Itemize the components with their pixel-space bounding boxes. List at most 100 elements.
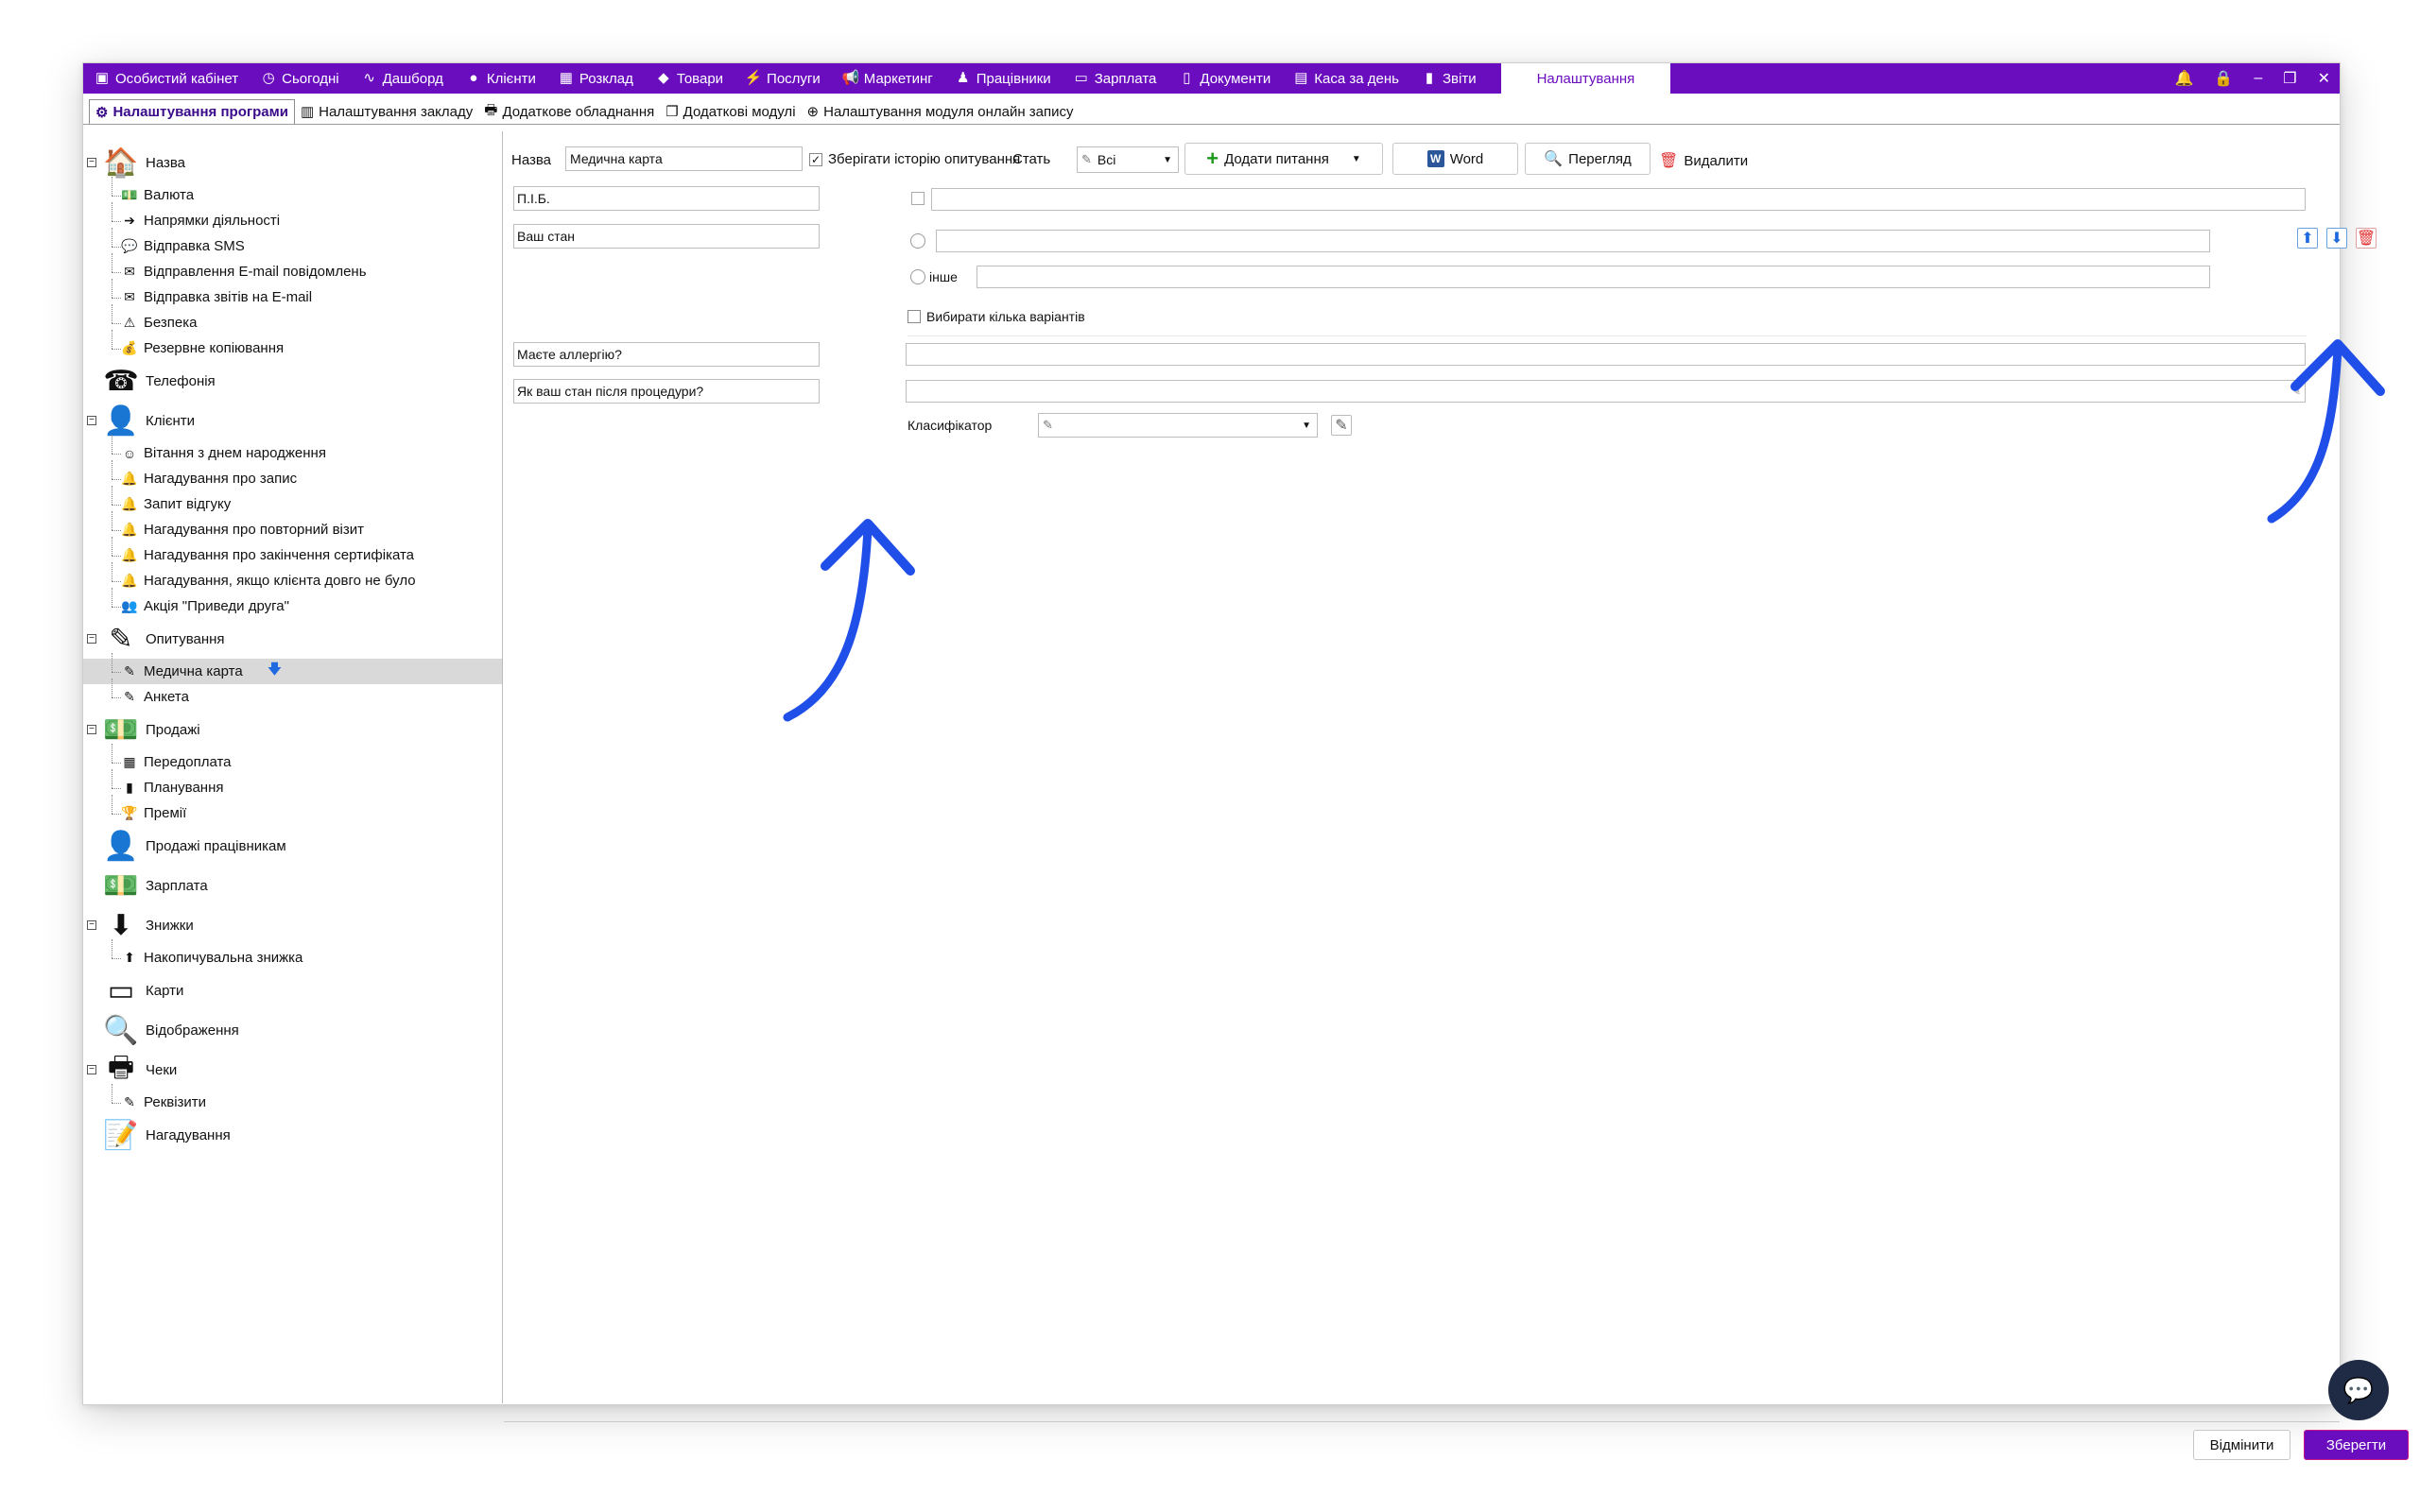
chat-icon[interactable]: 💬 [2328,1360,2389,1420]
tree-item[interactable]: ⬆ Накопичувальна знижка [121,945,302,971]
tree-item[interactable]: 💬 Відправка SMS [121,233,245,259]
nav-tab[interactable]: 📢 Маркетинг [832,63,944,94]
tree-item[interactable]: ▦ Передоплата [121,749,231,775]
save-history-checkbox[interactable]: ✓ Зберігати історію опитування [809,151,1020,167]
question-label-fullname[interactable]: П.І.Б. [513,186,820,211]
nav-tab[interactable]: ◷ Сьогодні [250,63,351,94]
nav-tab[interactable]: ▤ Каса за день [1282,63,1410,94]
tree-item[interactable]: 🔍 Відображення [102,1010,238,1050]
cancel-button[interactable]: Відмінити [2193,1430,2290,1460]
tree-item[interactable]: 🔔 Запит відгуку [121,491,231,517]
restore-icon[interactable]: ❐ [2283,69,2296,88]
move-down-button[interactable]: ⬇ [2326,228,2347,249]
tree-item[interactable]: 💵 Продажі [102,710,199,749]
nav-tab[interactable]: ◆ Товари [645,63,735,94]
nav-tab[interactable]: ♟ Працівники [944,63,1063,94]
fullname-required-checkbox[interactable] [911,192,925,205]
tree-item[interactable]: ☎ Телефонія [102,361,215,401]
tree-expander[interactable]: − [87,1065,96,1074]
minimize-icon[interactable]: – [2254,70,2262,87]
subtab[interactable]: ⊕ Налаштування модуля онлайн запису [802,99,1080,124]
tree-item[interactable]: 👤 Клієнти [102,401,195,440]
subtab[interactable]: ▥ Налаштування закладу [295,99,478,124]
tree-item[interactable]: 🔔 Нагадування про закінчення сертифіката [121,542,414,568]
tree-connector [112,696,121,698]
nav-tab[interactable]: ⚡ Послуги [735,63,832,94]
question-label-condition[interactable]: Ваш стан [513,224,820,249]
multi-select-checkbox[interactable]: Вибирати кілька варіантів [908,309,1085,324]
tree-item[interactable]: 🖶 Чеки [102,1050,177,1090]
tree-item[interactable]: ✎ Опитування [102,619,224,659]
nav-tab[interactable]: ▦ Розклад [547,63,645,94]
tree-item[interactable]: ✎ Медична карта 🡇 [83,659,502,684]
tree-item[interactable]: 💰 Резервне копіювання [121,335,284,361]
classifier-select[interactable]: ✎ ▼ [1038,413,1318,438]
condition-option-input[interactable] [936,230,2210,252]
tree-item[interactable]: 🏆 Премії [121,800,186,826]
gender-select[interactable]: ✎ Всі ▼ [1077,146,1179,173]
tree-item[interactable]: ⚠ Безпека [121,310,198,335]
nav-tab[interactable]: ▯ Документи [1167,63,1282,94]
nav-tab-label: Маркетинг [863,70,933,87]
tree-item[interactable]: 💵 Зарплата [102,866,207,905]
subtab[interactable]: ❐ Додаткові модулі [660,99,801,124]
tree-expander[interactable]: − [87,158,96,167]
bell-icon[interactable]: 🔔 [2175,69,2194,88]
move-up-button[interactable]: ⬆ [2297,228,2318,249]
tree-item[interactable]: 🏠 Назва [102,143,185,182]
delete-button[interactable]: 🗑 Видалити [1659,151,1748,170]
nav-tab[interactable]: ● Клієнти [455,63,547,94]
word-icon: W [1426,150,1444,167]
close-icon[interactable]: ✕ [2318,69,2330,88]
tree-expander[interactable]: − [87,725,96,734]
tree-item[interactable]: ✉ Відправлення E-mail повідомлень [121,259,366,284]
condition-option-radio[interactable] [910,233,925,249]
tree-item[interactable]: ▭ Карти [102,971,184,1010]
fullname-answer-input[interactable] [931,188,2306,211]
nav-tab[interactable]: ▭ Зарплата [1063,63,1168,94]
tree-item[interactable]: ✎ Анкета [121,684,189,710]
tree-item[interactable]: 📝 Нагадування [102,1115,231,1155]
nav-tab[interactable]: ▣ Особистий кабінет [83,63,250,94]
allergy-answer-input[interactable] [906,343,2306,366]
tree-item[interactable]: ☺ Вітання з днем народження [121,440,326,466]
tree-expander[interactable]: − [87,634,96,644]
add-question-button[interactable]: + Додати питання ▼ [1184,143,1383,175]
delete-question-button[interactable]: 🗑 [2356,228,2377,249]
tree-item[interactable]: 💵 Валюта [121,182,194,208]
tree-item[interactable]: ➔ Напрямки діяльності [121,208,280,233]
tree-expander[interactable]: − [87,920,96,930]
lock-icon[interactable]: 🔒 [2214,69,2233,88]
nav-tab-label: Зарплата [1094,70,1157,87]
word-export-button[interactable]: W Word [1392,143,1518,175]
tree-item[interactable]: 🔔 Нагадування про запис [121,466,297,491]
tree-expander[interactable]: − [87,416,96,425]
tree-item[interactable]: ✎ Реквізити [121,1090,206,1115]
nav-tab-settings[interactable]: Налаштування [1500,63,1671,94]
nav-tab[interactable]: ▮ Звіти [1410,63,1488,94]
subtab-label: Налаштування закладу [319,103,474,120]
subtab[interactable]: 🖶 Додаткове обладнання [478,99,660,124]
save-button[interactable]: Зберегти [2304,1430,2409,1460]
question-label-allergy[interactable]: Маєте аллергію? [513,342,820,367]
tree-item[interactable]: 🔔 Нагадування про повторний візит [121,517,364,542]
word-label: Word [1449,150,1484,167]
condition-other-radio[interactable] [910,269,925,284]
condition-other-input[interactable] [977,266,2210,288]
tree-item[interactable]: ⬇ Знижки [102,905,193,945]
clock-icon: ◷ [262,70,275,86]
tree-item[interactable]: 👤 Продажі працівникам [102,826,285,866]
tree-item[interactable]: 🔔 Нагадування, якщо клієнта довго не було [121,568,415,593]
edit-classifier-button[interactable]: ✎ [1331,415,1352,436]
question-label-after-procedure[interactable]: Як ваш стан після процедури? [513,379,820,404]
after-procedure-answer-input[interactable]: ✎ [906,380,2306,403]
tree-item[interactable]: 👥 Акція "Приведи друга" [121,593,289,619]
subtab[interactable]: ⚙ Налаштування програми [89,98,295,125]
tree-item[interactable]: ▮ Планування [121,775,223,800]
modules-icon: ❐ [666,104,679,120]
tree-item[interactable]: ✉ Відправка звітів на E-mail [121,284,312,310]
name-input[interactable]: Медична карта [565,146,803,171]
tree-item-label: Нагадування [146,1126,231,1143]
nav-tab[interactable]: ∿ Дашборд [351,63,455,94]
preview-button[interactable]: 🔍 Перегляд [1525,143,1651,175]
